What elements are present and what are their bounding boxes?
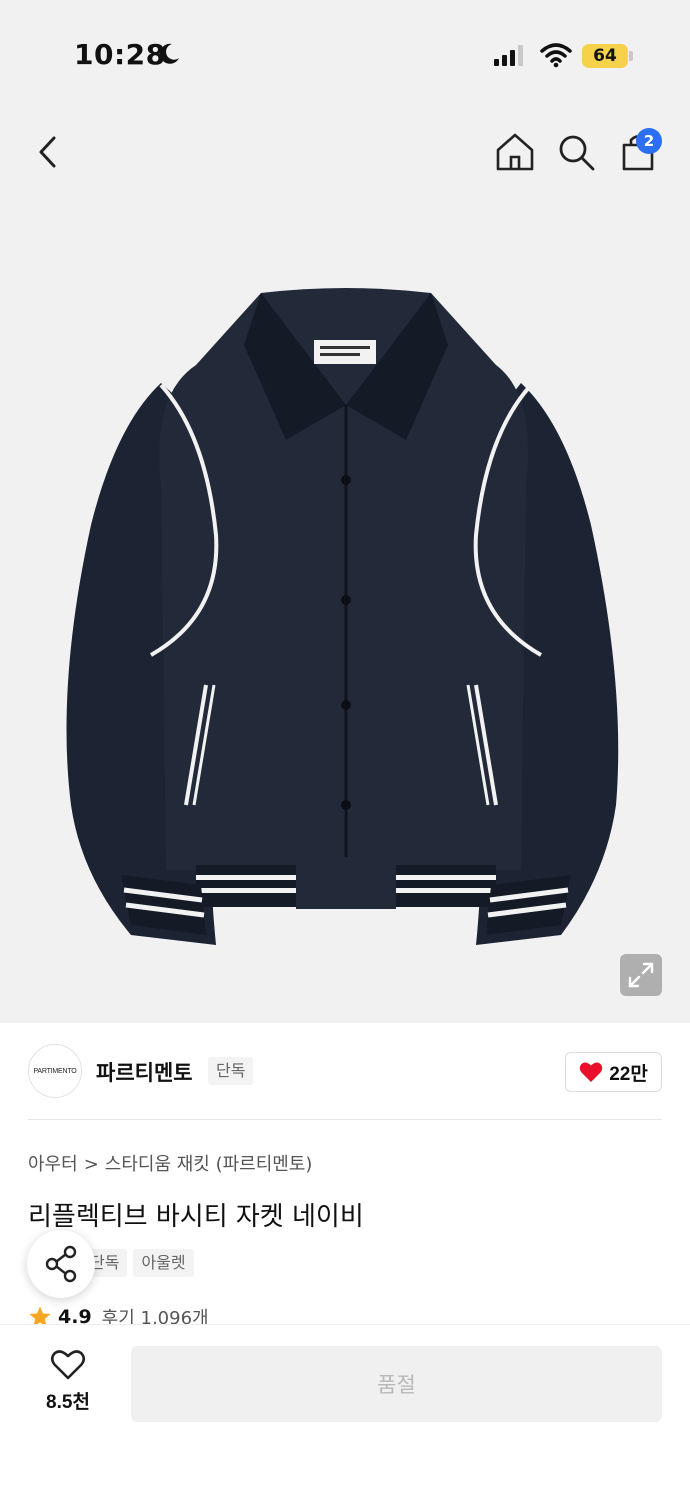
chevron-left-icon [39, 136, 56, 168]
share-button[interactable] [27, 1230, 95, 1298]
heart-outline-icon [50, 1350, 86, 1380]
status-time: 10:28 [74, 38, 166, 71]
heart-filled-icon [579, 1062, 603, 1082]
breadcrumb-subcategory[interactable]: 스타디움 재킷 (파르티멘토) [105, 1154, 313, 1175]
status-bar: 10:28 64 [0, 0, 690, 110]
back-button[interactable] [28, 130, 72, 174]
expand-icon [628, 962, 654, 988]
home-icon [496, 133, 534, 171]
product-image-area[interactable]: 10:28 64 2 [0, 0, 690, 1023]
divider [28, 1119, 662, 1120]
brand-name[interactable]: 파르티멘토 [96, 1057, 193, 1087]
brand-like-count: 22만 [609, 1063, 648, 1085]
brand-like-button[interactable]: 22만 [565, 1052, 662, 1092]
cart-count-badge: 2 [636, 128, 662, 154]
product-tags: 단독 아울렛 [82, 1249, 194, 1277]
search-icon [559, 135, 595, 171]
battery-indicator: 64 [582, 44, 628, 68]
wishlist-count: 8.5천 [46, 1392, 90, 1413]
breadcrumb: 아우터 > 스타디움 재킷 (파르티멘토) [28, 1150, 318, 1176]
wishlist-button[interactable]: 8.5천 [28, 1343, 108, 1423]
search-button[interactable] [554, 130, 598, 174]
expand-image-button[interactable] [620, 954, 662, 996]
tag-outlet: 아울렛 [133, 1249, 194, 1277]
bottom-action-bar: 8.5천 품절 [0, 1324, 690, 1500]
exclusive-tag: 단독 [208, 1057, 254, 1085]
brand-row: PARTIMENTO 파르티멘토 단독 22만 [28, 1044, 662, 1100]
share-icon [45, 1245, 77, 1283]
sold-out-button[interactable]: 품절 [131, 1346, 662, 1422]
breadcrumb-separator: > [83, 1154, 99, 1175]
signal-icon [494, 45, 523, 66]
moon-icon [159, 43, 179, 64]
product-image [66, 288, 619, 945]
battery-tip [629, 51, 633, 61]
product-title: 리플렉티브 바시티 자켓 네이비 [28, 1202, 364, 1232]
breadcrumb-category[interactable]: 아우터 [28, 1154, 78, 1175]
wifi-icon [540, 43, 572, 68]
home-button[interactable] [493, 130, 537, 174]
brand-logo[interactable]: PARTIMENTO [28, 1044, 82, 1098]
